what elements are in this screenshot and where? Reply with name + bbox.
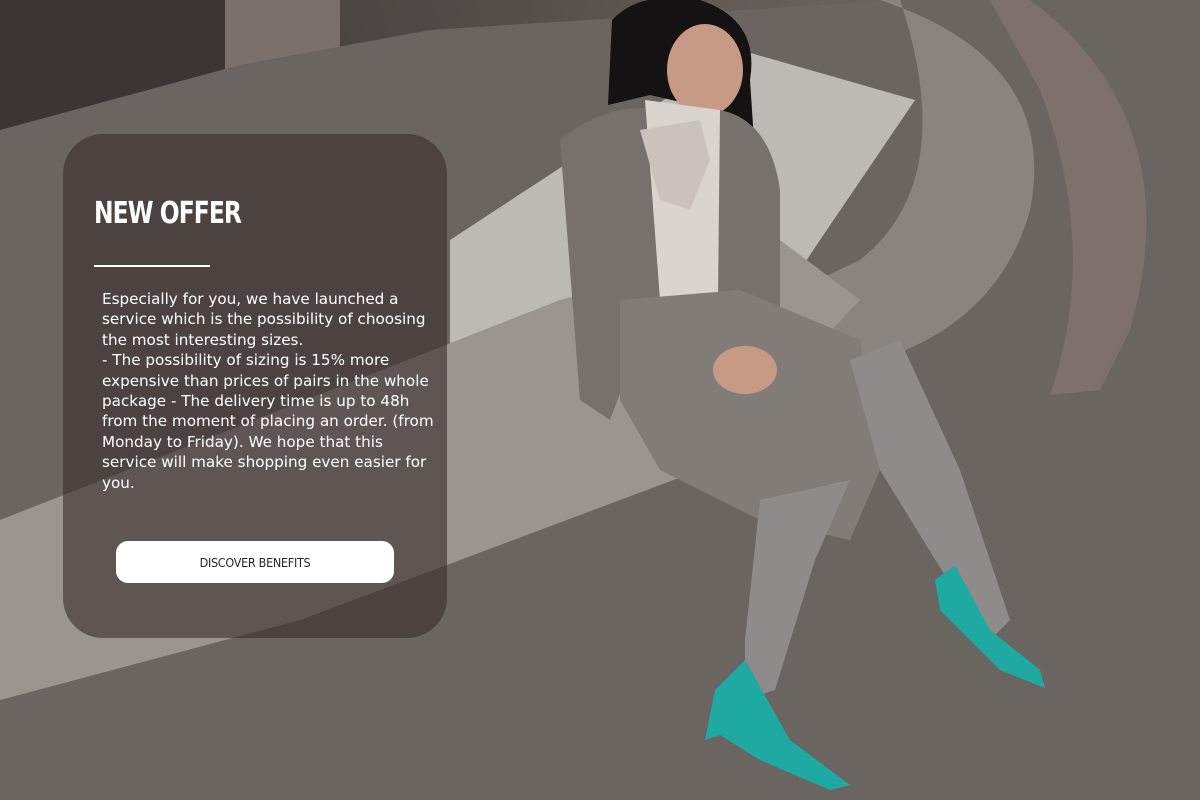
title-divider [94, 265, 210, 267]
face [667, 24, 743, 116]
offer-title: NEW OFFER [94, 196, 242, 231]
discover-benefits-button[interactable]: DISCOVER BENEFITS [116, 541, 394, 583]
offer-card: NEW OFFER Especially for you, we have la… [63, 134, 447, 638]
hands [713, 346, 777, 394]
offer-description: Especially for you, we have launched a s… [102, 290, 434, 492]
hero-banner: NEW OFFER Especially for you, we have la… [0, 0, 1200, 800]
